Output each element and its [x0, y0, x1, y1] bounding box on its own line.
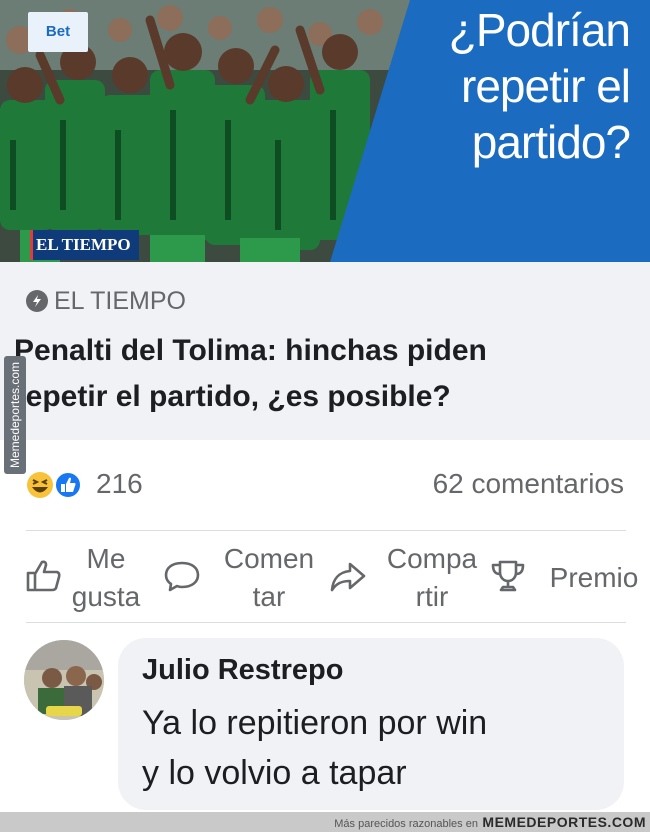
reactions-bar: 216 62 comentarios [0, 460, 650, 510]
share-button[interactable]: Compa rtir [328, 532, 488, 620]
comment-text-line: Ya lo repitieron por win [142, 704, 488, 742]
article-hero-image[interactable]: Bet ¿Podrían repetir el partido? EL TIEM… [0, 0, 650, 262]
comment-text-line: y lo volvio a tapar [142, 754, 407, 792]
reaction-count[interactable]: 216 [96, 468, 143, 500]
trophy-icon [491, 560, 525, 592]
hero-headline: ¿Podrían repetir el partido? [380, 2, 631, 170]
link-source: EL TIEMPO [26, 284, 186, 318]
hero-source-badge: EL TIEMPO [30, 230, 139, 260]
haha-icon [27, 472, 53, 498]
footer-tagline: Más parecidos razonables en [334, 818, 478, 830]
like-icon [54, 471, 82, 499]
hero-headline-line: partido? [471, 116, 631, 168]
thumbs-up-icon [26, 560, 61, 592]
share-arrow-icon [330, 562, 366, 592]
share-label-line: Compa [386, 543, 478, 574]
comment-author[interactable]: Julio Restrepo [142, 654, 343, 687]
like-button[interactable]: Me gusta [24, 532, 154, 620]
side-watermark: Memedeportes.com [4, 356, 26, 474]
post-actions: Me gusta Comen tar Compa rtir Premio [0, 532, 650, 620]
award-button[interactable]: Premio [488, 532, 648, 620]
share-label: Compa rtir [376, 540, 488, 616]
article-title-line: repetir el partido, ¿es posible? [14, 380, 451, 413]
link-preview-card[interactable]: EL TIEMPO Penalti del Tolima: hinchas pi… [0, 262, 650, 440]
avatar[interactable] [24, 640, 104, 720]
comment-label-line: Comen [223, 543, 315, 574]
divider [26, 622, 626, 623]
speech-bubble-icon [164, 561, 200, 592]
like-label-line: Me [86, 543, 126, 574]
comment-bubble: Julio Restrepo Ya lo repitieron por win … [118, 638, 624, 810]
sponsor-logo: Bet [28, 12, 88, 52]
reaction-icons[interactable] [26, 470, 90, 500]
divider [26, 530, 626, 531]
comments-count[interactable]: 62 comentarios [433, 468, 624, 500]
footer-watermark: Más parecidos razonables en MEMEDEPORTES… [0, 812, 650, 832]
article-title[interactable]: Penalti del Tolima: hinchas piden repeti… [14, 328, 634, 420]
side-watermark-text: Memedeportes.com [8, 361, 22, 469]
instant-article-icon [26, 290, 48, 312]
comment-text: Ya lo repitieron por win y lo volvio a t… [142, 698, 612, 798]
comment-button[interactable]: Comen tar [162, 532, 327, 620]
link-source-label: EL TIEMPO [54, 286, 186, 315]
like-label: Me gusta [66, 540, 146, 616]
hero-headline-line: ¿Podrían [448, 4, 631, 56]
comment-label: Comen tar [214, 540, 324, 616]
award-label: Premio [549, 562, 639, 593]
comment-label-line: tar [252, 581, 286, 612]
footer-brand: MEMEDEPORTES.COM [482, 814, 646, 830]
hero-headline-line: repetir el [461, 60, 631, 112]
like-label-line: gusta [71, 581, 141, 612]
share-label-line: rtir [415, 581, 449, 612]
article-title-line: Penalti del Tolima: hinchas piden [14, 334, 487, 367]
